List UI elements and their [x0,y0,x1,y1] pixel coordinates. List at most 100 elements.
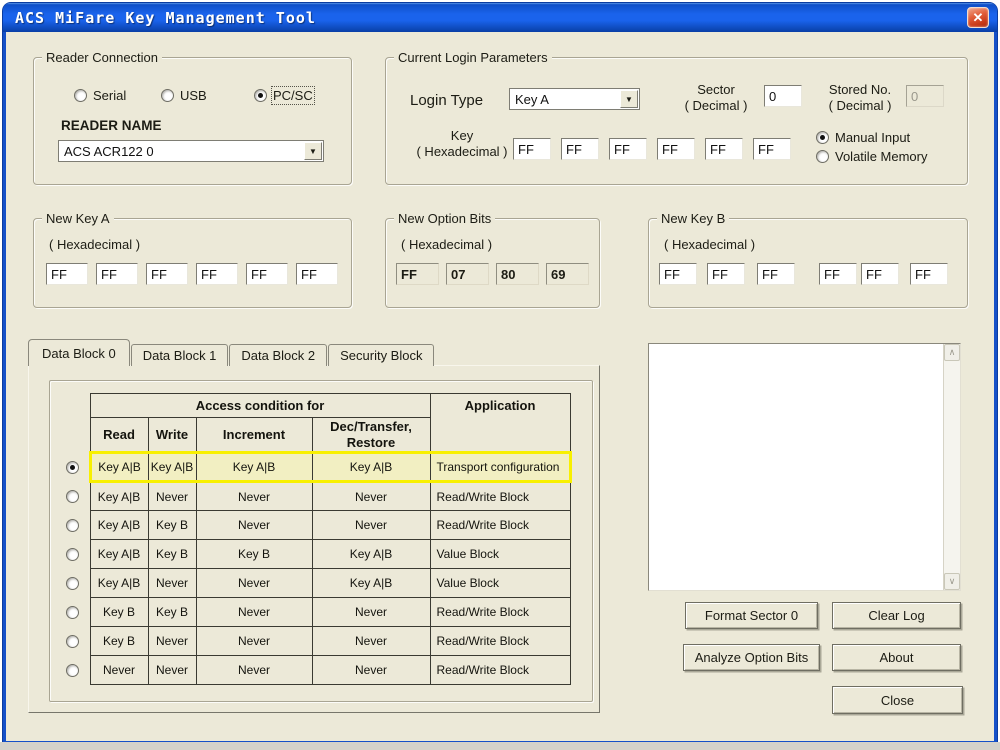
new-key-a-byte-input[interactable] [246,263,288,285]
scroll-up-button[interactable]: ∧ [944,344,960,361]
access-cell: Never [148,627,196,656]
access-cell: Key B [148,540,196,569]
stored-no-input [906,85,944,107]
access-cell: Never [196,598,312,627]
window-title: ACS MiFare Key Management Tool [15,9,316,27]
chevron-down-icon[interactable]: ▼ [620,90,638,108]
row-radio-icon [66,461,79,474]
new-key-a-byte-input[interactable] [96,263,138,285]
read-cell: Key A|B [90,569,148,598]
access-cell: Key A|B [312,569,430,598]
log-scrollbar[interactable]: ∧ ∨ [943,344,960,590]
new-option-bits-group: New Option Bits ( Hexadecimal ) [385,218,600,308]
new-key-b-byte-input[interactable] [757,263,795,285]
new-key-a-byte-input[interactable] [146,263,188,285]
row-select-radio[interactable] [56,627,90,656]
new-key-a-byte-input[interactable] [296,263,338,285]
new-key-b-byte-input[interactable] [861,263,899,285]
login-type-combobox[interactable]: Key A ▼ [509,88,640,110]
log-text-area[interactable] [649,344,943,590]
reader-connection-title: Reader Connection [42,50,162,65]
row-radio-icon [66,490,79,503]
login-key-byte-input[interactable] [753,138,791,160]
new-key-b-byte-input[interactable] [910,263,948,285]
access-cell: Never [312,482,430,511]
access-cell: Never [312,656,430,685]
row-select-radio[interactable] [56,540,90,569]
dialog-client-area: Reader Connection Serial USB PC/SC READE… [6,32,994,741]
login-key-byte-input[interactable] [561,138,599,160]
option-bit-field [546,263,589,285]
radio-manual-input-label: Manual Input [835,130,910,145]
radio-serial[interactable]: Serial [74,88,126,103]
row-radio-icon [66,664,79,677]
new-key-a-hex-label: ( Hexadecimal ) [49,237,140,252]
new-key-a-title: New Key A [42,211,114,226]
row-select-radio[interactable] [56,453,90,482]
application-cell: Read/Write Block [430,656,570,685]
access-condition-header: Access condition for [90,394,430,418]
access-condition-panel: Access condition for Application Read Wr… [49,380,593,702]
new-key-a-byte-input[interactable] [196,263,238,285]
new-key-b-byte-input[interactable] [819,263,857,285]
radio-manual-input[interactable]: Manual Input [816,130,910,145]
row-select-radio[interactable] [56,511,90,540]
row-select-radio[interactable] [56,482,90,511]
login-key-byte-input[interactable] [609,138,647,160]
new-key-b-byte-input[interactable] [659,263,697,285]
access-cell: Never [148,569,196,598]
application-header: Application [430,394,570,453]
new-key-b-byte-input[interactable] [707,263,745,285]
row-radio-icon [66,577,79,590]
about-button[interactable]: About [832,644,961,671]
reader-name-combobox[interactable]: ACS ACR122 0 ▼ [58,140,324,162]
radio-volatile-memory[interactable]: Volatile Memory [816,149,927,164]
close-button[interactable]: Close [832,686,963,714]
analyze-option-bits-button[interactable]: Analyze Option Bits [683,644,820,671]
title-bar: ACS MiFare Key Management Tool ✕ [3,3,997,32]
access-cell: Key B [148,511,196,540]
scroll-down-button[interactable]: ∨ [944,573,960,590]
login-key-byte-input[interactable] [705,138,743,160]
new-key-b-title: New Key B [657,211,729,226]
radio-usb[interactable]: USB [161,88,207,103]
new-key-a-group: New Key A ( Hexadecimal ) [33,218,352,308]
clear-log-button[interactable]: Clear Log [832,602,961,629]
access-table-body: Key A|BKey A|BKey A|BKey A|BTransport co… [56,453,570,685]
radio-volatile-memory-icon [816,150,829,163]
chevron-down-icon[interactable]: ▼ [304,142,322,160]
row-radio-icon [66,606,79,619]
row-select-radio[interactable] [56,598,90,627]
access-cell: Never [196,511,312,540]
new-key-a-byte-input[interactable] [46,263,88,285]
sector-input[interactable] [764,85,802,107]
tab-data-block-0[interactable]: Data Block 0 [28,339,130,366]
tab-security-block[interactable]: Security Block [328,344,434,366]
close-window-button[interactable]: ✕ [967,7,989,28]
access-cell: Never [312,511,430,540]
access-cell: Key A|B [196,453,312,482]
tab-data-block-2[interactable]: Data Block 2 [229,344,327,366]
application-cell: Read/Write Block [430,627,570,656]
radio-usb-icon [161,89,174,102]
access-cell: Never [148,482,196,511]
reader-name-value: ACS ACR122 0 [64,144,304,159]
row-select-radio[interactable] [56,569,90,598]
reader-name-label: READER NAME [61,118,162,133]
login-key-byte-input[interactable] [657,138,695,160]
login-type-value: Key A [515,92,620,107]
format-sector-button[interactable]: Format Sector 0 [685,602,818,629]
tab-data-block-1[interactable]: Data Block 1 [131,344,229,366]
row-radio-icon [66,548,79,561]
option-bit-field [446,263,489,285]
access-cell: Key B [148,598,196,627]
read-cell: Key A|B [90,540,148,569]
login-key-byte-input[interactable] [513,138,551,160]
scroll-up-icon: ∧ [949,347,956,358]
col-header-write: Write [148,418,196,453]
row-select-radio[interactable] [56,656,90,685]
read-cell: Key A|B [90,453,148,482]
read-cell: Key A|B [90,511,148,540]
radio-pcsc[interactable]: PC/SC [254,88,313,103]
log-pane: ∧ ∨ [648,343,961,591]
